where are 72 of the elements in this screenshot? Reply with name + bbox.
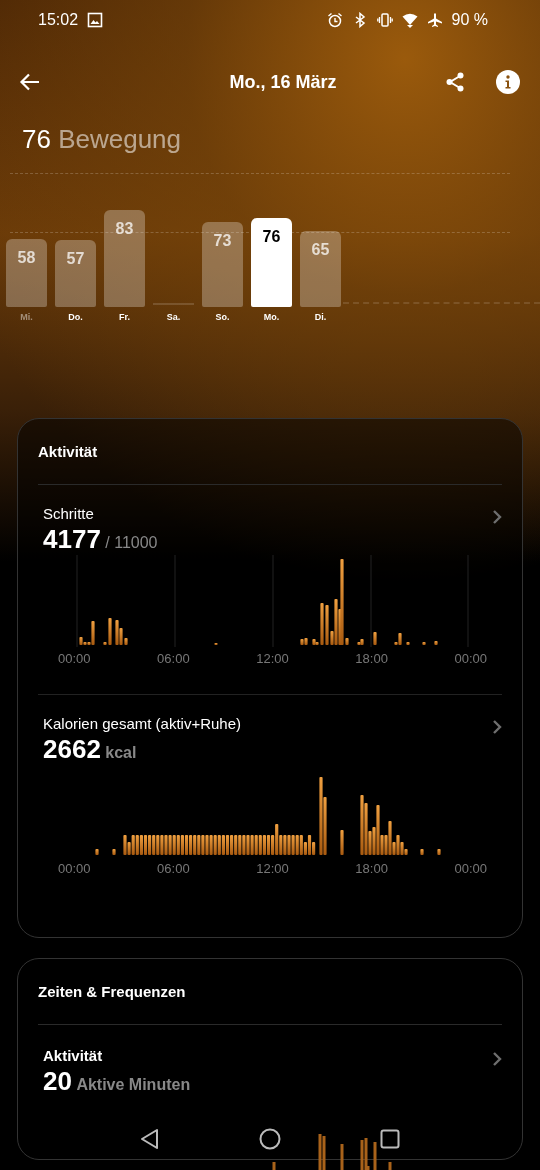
metric-label: Kalorien gesamt (aktiv+Ruhe) [43,715,241,732]
histogram-bar [420,849,424,855]
axis-label: 00:00 [454,651,487,666]
alarm-icon [326,12,343,28]
image-icon [87,12,104,28]
bar-value: 76 [262,228,281,248]
histogram-bar [437,849,441,855]
metric-unit: Aktive Minuten [76,1076,191,1093]
movement-score: 76 [22,124,51,154]
metric-label: Schritte [43,505,95,522]
histogram-bar [373,1142,377,1170]
bar-value: 83 [115,219,134,239]
back-triangle-icon [139,1128,160,1150]
bar-value: 73 [213,231,232,251]
day-label: Mo. [263,312,280,324]
axis-label: 06:00 [157,651,190,666]
day-bar[interactable]: 65 [300,230,341,307]
card-title: Zeiten & Frequenzen [38,959,502,1025]
home-circle-icon [259,1128,281,1150]
chevron-icon[interactable] [492,719,502,735]
histogram-bar [95,849,99,855]
bar-value: 65 [311,240,330,260]
metric-unit: / 11000 [105,534,158,551]
day-label: Sa. [166,312,181,324]
movement-label: Bewegung [58,124,182,154]
metric-value: 20 [43,1066,72,1096]
histogram-bar [340,1144,344,1170]
axis-label: 18:00 [355,861,388,876]
histogram-bar [272,1162,276,1170]
empty-day-marker[interactable] [153,303,194,305]
histogram-bar [406,642,410,645]
date-title: Mo., 16 März [228,71,338,93]
share-icon [444,71,466,93]
card-title: Aktivität [38,419,502,485]
bar-value: 57 [66,250,85,270]
histogram-bar [373,632,377,645]
day-label: Mi. [20,312,33,324]
chevron-icon[interactable] [492,1051,502,1067]
axis-label: 06:00 [157,861,190,876]
metric-label: Aktivität [43,1047,104,1064]
axis-label: 18:00 [355,651,388,666]
day-bar[interactable]: 83 [104,209,145,307]
axis-label: 00:00 [58,861,91,876]
day-label: Di. [314,312,327,324]
day-label: So. [215,312,230,324]
day-label: Do. [68,312,83,324]
histogram-bar [422,642,426,645]
day-bar[interactable]: 57 [55,240,96,307]
metric-unit: kcal [105,744,137,761]
day-label: Fr. [119,312,130,324]
histogram-bar [112,849,116,855]
recents-square-icon [380,1129,401,1149]
histogram-bar [388,1162,392,1170]
histogram-bar [340,830,344,855]
wifi-icon [401,12,418,28]
bar-value: 58 [17,249,36,269]
metric-value: 4177 [43,524,101,554]
axis-label: 12:00 [256,861,289,876]
day-bar[interactable]: 76 [251,218,292,307]
axis-label: 00:00 [454,861,487,876]
chevron-icon[interactable] [492,509,502,525]
histogram-bar [434,641,438,645]
axis-label: 00:00 [58,651,91,666]
day-bar[interactable]: 73 [202,221,243,307]
battery-percentage: 90 % [451,11,488,29]
metric-value: 2662 [43,734,101,764]
day-bar[interactable]: 58 [6,239,47,307]
status-time: 15:02 [38,11,79,29]
vibrate-icon [376,12,393,28]
info-icon [496,70,520,94]
axis-label: 12:00 [256,651,289,666]
airplane-icon [426,12,443,28]
